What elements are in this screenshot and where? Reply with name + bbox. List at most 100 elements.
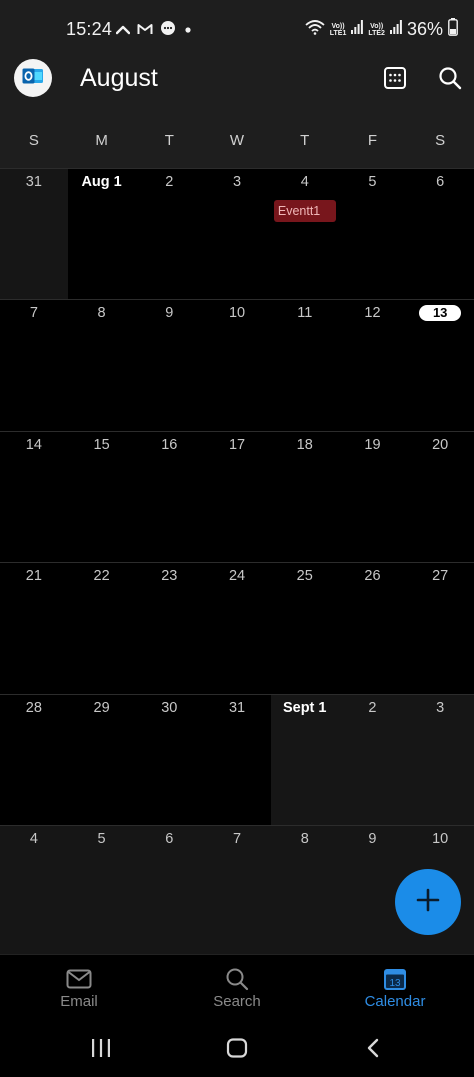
sim2-indicator: Vo)) LTE2 bbox=[368, 23, 385, 37]
day-number: 27 bbox=[432, 568, 449, 585]
day-number: 28 bbox=[25, 699, 42, 716]
day-cell[interactable]: 27 bbox=[406, 563, 474, 693]
day-cell[interactable]: 14 bbox=[0, 432, 68, 562]
day-number: 18 bbox=[296, 436, 313, 453]
day-cell[interactable]: 18 bbox=[271, 432, 339, 562]
day-cell[interactable]: 6 bbox=[406, 169, 474, 299]
battery-percent: 36% bbox=[406, 19, 443, 39]
day-cell[interactable]: 8 bbox=[68, 300, 136, 430]
weekday-header: S M T W T F S bbox=[0, 118, 474, 168]
event-chip[interactable]: Eventt1 bbox=[273, 200, 336, 222]
tab-email[interactable]: Email bbox=[0, 955, 158, 1016]
day-cell[interactable]: 17 bbox=[203, 432, 271, 562]
search-icon bbox=[225, 967, 249, 991]
day-cell[interactable]: 6 bbox=[135, 825, 204, 957]
day-number: 25 bbox=[296, 568, 313, 585]
weekday-sunday: S bbox=[28, 132, 39, 149]
new-event-button[interactable] bbox=[395, 869, 461, 935]
mail-icon bbox=[66, 967, 92, 991]
day-cell[interactable]: 12 bbox=[339, 300, 407, 430]
day-number: 24 bbox=[228, 568, 246, 585]
day-number: 10 bbox=[228, 305, 246, 322]
day-cell[interactable]: 2 bbox=[338, 694, 407, 825]
back-button[interactable] bbox=[353, 1036, 393, 1060]
day-cell[interactable]: 31 bbox=[203, 695, 271, 825]
day-cell[interactable]: 13 bbox=[406, 300, 474, 430]
day-cell[interactable]: 29 bbox=[68, 695, 136, 825]
day-number: 7 bbox=[232, 830, 242, 847]
day-cell[interactable]: 10 bbox=[203, 300, 271, 430]
tab-search[interactable]: Search bbox=[158, 955, 316, 1016]
day-cell[interactable]: 3 bbox=[203, 169, 271, 299]
signal-icon bbox=[389, 20, 402, 39]
day-cell[interactable]: 5 bbox=[67, 825, 136, 957]
day-cell[interactable]: 2 bbox=[135, 169, 203, 299]
day-number: 21 bbox=[25, 568, 42, 585]
day-cell[interactable]: 4 Eventt1 bbox=[271, 169, 339, 299]
day-cell[interactable]: 26 bbox=[339, 563, 407, 693]
sim1-lte-label: LTE1 bbox=[329, 29, 347, 37]
day-cell[interactable]: 4 bbox=[0, 825, 68, 957]
day-cell[interactable]: 25 bbox=[271, 563, 339, 693]
day-cell[interactable]: 20 bbox=[406, 432, 474, 562]
day-cell[interactable]: 5 bbox=[339, 169, 407, 299]
weekday-friday: F bbox=[367, 132, 378, 149]
day-cell[interactable]: 9 bbox=[135, 300, 203, 430]
day-number: 29 bbox=[93, 699, 110, 716]
week-row: 28 29 30 31 Sept 1 2 3 bbox=[0, 693, 474, 825]
bottom-tab-bar: Email Search 13 Calendar bbox=[0, 954, 474, 1016]
day-cell[interactable]: 19 bbox=[339, 432, 407, 562]
plus-icon bbox=[415, 887, 441, 918]
day-cell[interactable]: Aug 1 bbox=[68, 169, 136, 299]
day-number: 5 bbox=[97, 830, 106, 847]
calendar-icon: 13 bbox=[383, 967, 407, 991]
tab-calendar-label: Calendar bbox=[364, 993, 426, 1010]
day-number: 14 bbox=[25, 436, 42, 453]
app-header: August bbox=[0, 56, 474, 118]
account-avatar[interactable] bbox=[14, 59, 52, 97]
week-row: 31 Aug 1 2 3 4 Eventt1 5 6 bbox=[0, 168, 474, 300]
outlook-icon bbox=[22, 66, 44, 91]
day-cell[interactable]: 16 bbox=[135, 432, 203, 562]
tab-search-label: Search bbox=[213, 993, 261, 1010]
month-title[interactable]: August bbox=[80, 64, 158, 93]
home-button[interactable] bbox=[217, 1036, 257, 1060]
day-cell[interactable]: 30 bbox=[135, 695, 203, 825]
day-cell[interactable]: 31 bbox=[0, 169, 68, 300]
day-cell[interactable]: 23 bbox=[135, 563, 203, 693]
day-number: 6 bbox=[165, 830, 174, 847]
tab-calendar[interactable]: 13 Calendar bbox=[316, 955, 474, 1016]
day-cell[interactable]: Sept 1 bbox=[270, 694, 339, 825]
day-cell[interactable]: 8 bbox=[270, 825, 339, 957]
recent-apps-button[interactable] bbox=[81, 1036, 121, 1060]
day-number: 3 bbox=[436, 699, 445, 716]
battery-icon bbox=[448, 18, 458, 41]
search-icon[interactable] bbox=[437, 65, 463, 91]
day-cell[interactable]: 21 bbox=[0, 563, 68, 693]
day-number: 30 bbox=[161, 699, 178, 716]
day-cell[interactable]: 15 bbox=[68, 432, 136, 562]
day-number: 2 bbox=[368, 699, 377, 716]
weekday-thursday: T bbox=[300, 132, 310, 149]
sim1-volte-label: Vo)) bbox=[331, 22, 345, 30]
day-number: 15 bbox=[93, 436, 110, 453]
day-cell[interactable]: 28 bbox=[0, 695, 68, 825]
week-row: 14 15 16 17 18 19 20 bbox=[0, 430, 474, 562]
day-number: 31 bbox=[25, 174, 42, 190]
day-cell[interactable]: 11 bbox=[271, 300, 339, 430]
wifi-icon bbox=[305, 19, 325, 40]
day-number: 11 bbox=[297, 305, 313, 322]
day-number: 26 bbox=[364, 568, 381, 585]
day-number: 22 bbox=[93, 568, 110, 585]
day-number: 17 bbox=[228, 436, 246, 453]
day-number: 2 bbox=[165, 174, 174, 190]
calendar-view-icon[interactable] bbox=[382, 65, 408, 91]
day-cell[interactable]: 3 bbox=[406, 694, 474, 825]
calendar-month-grid: 31 Aug 1 2 3 4 Eventt1 5 6 7 8 9 10 11 12 13 14 15 16 17 18… bbox=[0, 168, 474, 957]
day-number: 31 bbox=[228, 699, 246, 716]
day-number: 12 bbox=[364, 305, 381, 322]
day-cell[interactable]: 22 bbox=[68, 563, 136, 693]
day-cell[interactable]: 7 bbox=[0, 300, 68, 430]
day-cell[interactable]: 24 bbox=[203, 563, 271, 693]
day-cell[interactable]: 7 bbox=[203, 825, 271, 957]
